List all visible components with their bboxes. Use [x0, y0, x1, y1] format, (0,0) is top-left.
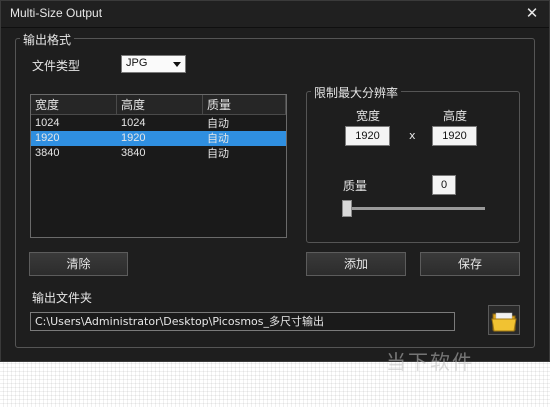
cell-quality: 自动 — [207, 147, 229, 160]
limit-resolution-group-label: 限制最大分辨率 — [311, 84, 402, 101]
quality-value-field[interactable]: 0 — [432, 175, 456, 195]
chevron-down-icon — [173, 62, 181, 67]
window-title: Multi-Size Output — [10, 6, 103, 20]
watermark-text: 当下软件 — [386, 350, 474, 374]
multi-size-output-window: Multi-Size Output ✕ 输出格式 文件类型 JPG 宽度 高度 … — [0, 0, 550, 362]
cell-height: 1920 — [121, 132, 146, 144]
quality-slider-handle[interactable] — [342, 200, 352, 217]
save-button[interactable]: 保存 — [420, 252, 520, 276]
add-button[interactable]: 添加 — [306, 252, 406, 276]
max-width-label: 宽度 — [356, 109, 381, 123]
output-folder-label: 输出文件夹 — [32, 291, 93, 305]
column-header-quality[interactable]: 质量 — [203, 95, 286, 115]
max-width-field[interactable]: 1920 — [345, 126, 390, 146]
output-format-group-label: 输出格式 — [20, 31, 75, 48]
max-height-label: 高度 — [443, 109, 468, 123]
close-icon[interactable]: ✕ — [522, 3, 542, 23]
max-height-field[interactable]: 1920 — [432, 126, 477, 146]
quality-label: 质量 — [343, 179, 368, 193]
column-header-height[interactable]: 高度 — [117, 95, 203, 115]
clear-button[interactable]: 清除 — [29, 252, 128, 276]
quality-slider-track[interactable] — [343, 207, 485, 210]
cell-width: 3840 — [35, 147, 60, 159]
times-sign: x — [409, 129, 416, 142]
limit-resolution-group — [306, 91, 520, 243]
browse-folder-button[interactable] — [488, 305, 520, 335]
column-header-width[interactable]: 宽度 — [31, 95, 117, 115]
table-row[interactable]: 3840 3840 自动 — [31, 146, 286, 161]
file-type-select[interactable]: JPG — [121, 55, 186, 73]
size-list-table[interactable]: 宽度 高度 质量 1024 1024 自动 1920 1920 自动 3840 … — [30, 94, 287, 238]
file-type-value: JPG — [126, 57, 148, 69]
cell-quality: 自动 — [207, 117, 229, 130]
folder-icon — [491, 312, 517, 332]
cell-height: 1024 — [121, 117, 146, 129]
table-header: 宽度 高度 质量 — [31, 95, 286, 115]
output-folder-path-field[interactable]: C:\Users\Administrator\Desktop\Picosmos_… — [30, 312, 455, 331]
table-row[interactable]: 1024 1024 自动 — [31, 116, 286, 131]
title-bar: Multi-Size Output ✕ — [1, 1, 549, 28]
table-row-selected[interactable]: 1920 1920 自动 — [31, 131, 286, 146]
file-type-label: 文件类型 — [32, 59, 81, 73]
cell-width: 1920 — [35, 132, 60, 144]
cell-height: 3840 — [121, 147, 146, 159]
cell-width: 1024 — [35, 117, 60, 129]
cell-quality: 自动 — [207, 132, 229, 145]
